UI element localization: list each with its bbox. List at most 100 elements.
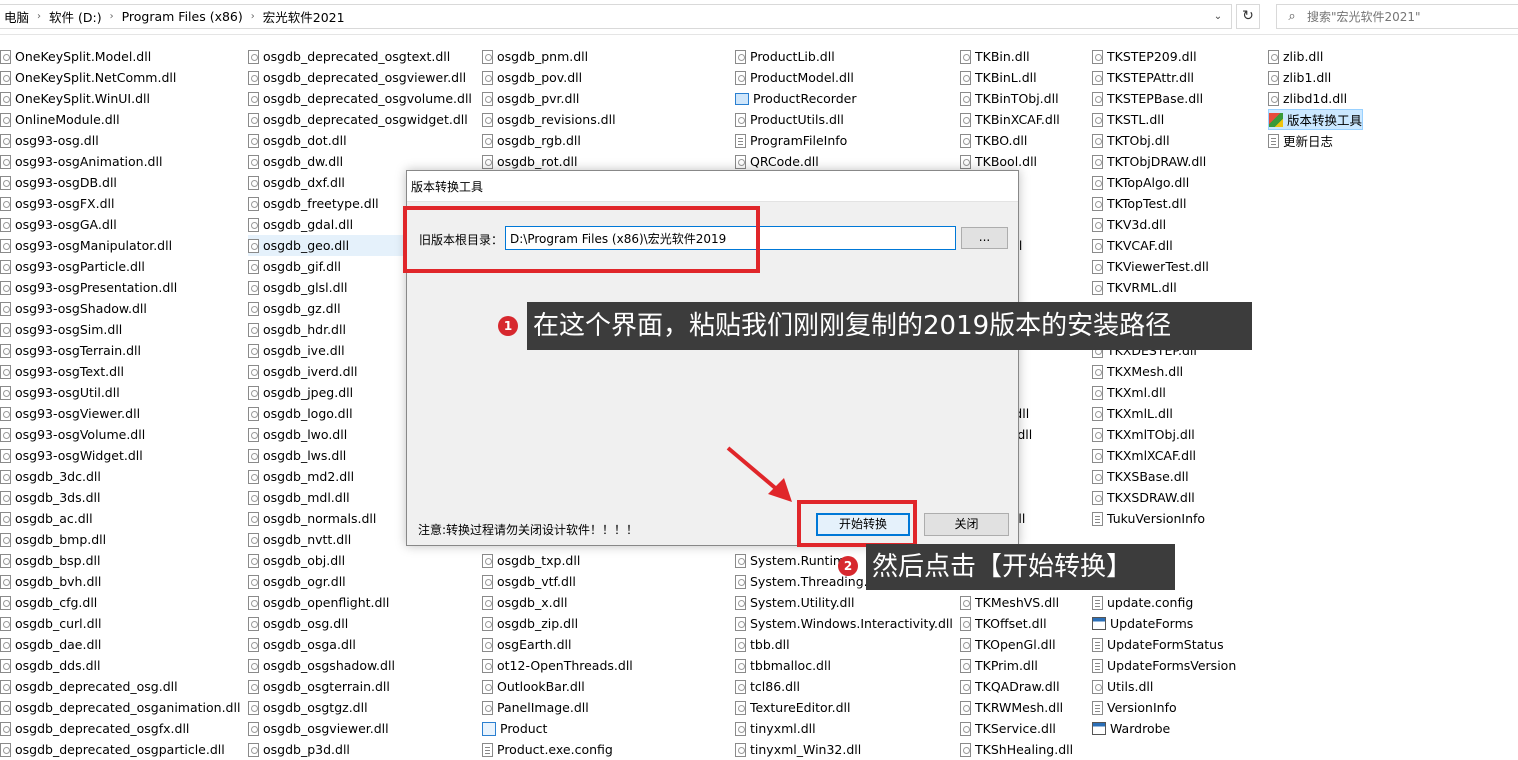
file-item[interactable]: TKBinL.dll (960, 67, 1073, 88)
file-item[interactable]: osgdb_cfg.dll (0, 592, 240, 613)
file-item[interactable]: TKMeshVS.dll (960, 592, 1073, 613)
file-item[interactable]: Utils.dll (1092, 676, 1236, 697)
file-item[interactable]: TKTopTest.dll (1092, 193, 1236, 214)
file-item[interactable]: TKXSBase.dll (1092, 466, 1236, 487)
file-item[interactable]: osgdb_deprecated_osgfx.dll (0, 718, 240, 739)
file-item[interactable]: osgdb_deprecated_osganimation.dll (0, 697, 240, 718)
file-item[interactable]: TKService.dll (960, 718, 1073, 739)
file-item[interactable]: TKVRML.dll (1092, 277, 1236, 298)
file-item[interactable]: zlib.dll (1268, 46, 1363, 67)
file-item[interactable]: UpdateForms (1092, 613, 1236, 634)
file-item[interactable]: TKTopAlgo.dll (1092, 172, 1236, 193)
file-item[interactable]: TKXSDRAW.dll (1092, 487, 1236, 508)
file-item[interactable]: TKBinTObj.dll (960, 88, 1073, 109)
file-item[interactable]: osg93-osgPresentation.dll (0, 277, 240, 298)
file-item[interactable]: TKXmlTObj.dll (1092, 424, 1236, 445)
file-item[interactable]: TKBinXCAF.dll (960, 109, 1073, 130)
file-item[interactable]: TKOffset.dll (960, 613, 1073, 634)
file-item[interactable]: zlibd1d.dll (1268, 88, 1363, 109)
file-item[interactable]: osgdb_dot.dll (248, 130, 472, 151)
file-item[interactable]: osg93-osgText.dll (0, 361, 240, 382)
file-item[interactable]: ProductRecorder (735, 88, 953, 109)
file-item[interactable]: osg93-osgManipulator.dll (0, 235, 240, 256)
file-item[interactable]: TKVCAF.dll (1092, 235, 1236, 256)
chevron-right-icon[interactable]: › (247, 11, 259, 22)
file-item[interactable]: UpdateFormsVersion (1092, 655, 1236, 676)
file-item[interactable]: osgdb_ogr.dll (248, 571, 472, 592)
file-item[interactable]: Wardrobe (1092, 718, 1236, 739)
file-item[interactable]: OneKeySplit.NetComm.dll (0, 67, 240, 88)
file-item[interactable]: osgdb_dds.dll (0, 655, 240, 676)
file-item[interactable]: System.Windows.Interactivity.dll (735, 613, 953, 634)
file-item[interactable]: TKXmlL.dll (1092, 403, 1236, 424)
file-item[interactable]: osgdb_openflight.dll (248, 592, 472, 613)
file-item[interactable]: osgdb_ac.dll (0, 508, 240, 529)
file-item[interactable]: osgdb_3ds.dll (0, 487, 240, 508)
file-item[interactable]: tinyxml.dll (735, 718, 953, 739)
file-item[interactable]: osgdb_dae.dll (0, 634, 240, 655)
file-item[interactable]: osgdb_pvr.dll (482, 88, 633, 109)
file-item[interactable]: TKSTEP209.dll (1092, 46, 1236, 67)
file-item[interactable]: osgdb_deprecated_osgvolume.dll (248, 88, 472, 109)
browse-button[interactable]: ... (961, 227, 1008, 249)
file-item[interactable]: osgdb_bmp.dll (0, 529, 240, 550)
file-item[interactable]: TKPrim.dll (960, 655, 1073, 676)
file-item[interactable]: osgdb_dw.dll (248, 151, 472, 172)
crumb-computer[interactable]: 电脑 (0, 7, 33, 26)
chevron-down-icon[interactable]: ⌄ (1211, 9, 1225, 25)
search-box[interactable]: ⌕ (1276, 4, 1518, 29)
file-item[interactable]: osg93-osgGA.dll (0, 214, 240, 235)
file-item[interactable]: osgdb_curl.dll (0, 613, 240, 634)
file-item[interactable]: TKXml.dll (1092, 382, 1236, 403)
file-item[interactable]: osg93-osgAnimation.dll (0, 151, 240, 172)
file-item[interactable]: TKSTL.dll (1092, 109, 1236, 130)
file-item[interactable]: osg93-osgVolume.dll (0, 424, 240, 445)
close-button[interactable]: 关闭 (924, 513, 1009, 536)
crumb-program-files[interactable]: Program Files (x86) (118, 9, 247, 24)
file-item[interactable]: ot12-OpenThreads.dll (482, 655, 633, 676)
file-item[interactable]: osg93-osgShadow.dll (0, 298, 240, 319)
crumb-current-folder[interactable]: 宏光软件2021 (259, 7, 349, 26)
file-item[interactable]: osg93-osg.dll (0, 130, 240, 151)
file-item[interactable]: TextureEditor.dll (735, 697, 953, 718)
file-item[interactable]: osgdb_3dc.dll (0, 466, 240, 487)
file-item[interactable]: OneKeySplit.Model.dll (0, 46, 240, 67)
file-item[interactable]: ProgramFileInfo (735, 130, 953, 151)
file-item[interactable]: TKOpenGl.dll (960, 634, 1073, 655)
file-item[interactable]: osg93-osgViewer.dll (0, 403, 240, 424)
chevron-right-icon[interactable]: › (33, 11, 45, 22)
file-item[interactable]: osgdb_pov.dll (482, 67, 633, 88)
file-item[interactable]: osg93-osgDB.dll (0, 172, 240, 193)
file-item[interactable]: osgdb_obj.dll (248, 550, 472, 571)
file-item[interactable]: TKBool.dll (960, 151, 1073, 172)
file-item[interactable]: osgEarth.dll (482, 634, 633, 655)
file-item[interactable]: TKSTEPAttr.dll (1092, 67, 1236, 88)
file-item[interactable]: osgdb_bvh.dll (0, 571, 240, 592)
file-item[interactable]: OnlineModule.dll (0, 109, 240, 130)
file-item[interactable]: VersionInfo (1092, 697, 1236, 718)
file-item[interactable]: tcl86.dll (735, 676, 953, 697)
file-item[interactable]: TKBO.dll (960, 130, 1073, 151)
search-input[interactable] (1307, 9, 1507, 24)
file-item[interactable]: TKTObjDRAW.dll (1092, 151, 1236, 172)
refresh-button[interactable]: ↻ (1236, 4, 1260, 29)
file-item[interactable]: zlib1.dll (1268, 67, 1363, 88)
file-item[interactable]: TKRWMesh.dll (960, 697, 1073, 718)
file-item[interactable]: ProductModel.dll (735, 67, 953, 88)
file-item[interactable]: TKXmlXCAF.dll (1092, 445, 1236, 466)
file-item[interactable]: tbbmalloc.dll (735, 655, 953, 676)
file-item[interactable]: osgdb_deprecated_osgwidget.dll (248, 109, 472, 130)
file-item[interactable]: osgdb_osg.dll (248, 613, 472, 634)
file-item[interactable]: ProductLib.dll (735, 46, 953, 67)
file-item[interactable]: osgdb_pnm.dll (482, 46, 633, 67)
file-item[interactable]: 更新日志 (1268, 130, 1363, 151)
file-item[interactable]: osgdb_txp.dll (482, 550, 633, 571)
chevron-right-icon[interactable]: › (106, 11, 118, 22)
file-item[interactable]: osgdb_revisions.dll (482, 109, 633, 130)
file-item[interactable]: osg93-osgFX.dll (0, 193, 240, 214)
file-item[interactable]: osg93-osgParticle.dll (0, 256, 240, 277)
file-item[interactable]: osgdb_deprecated_osg.dll (0, 676, 240, 697)
file-item[interactable]: QRCode.dll (735, 151, 953, 172)
file-item[interactable]: osgdb_x.dll (482, 592, 633, 613)
file-item[interactable]: Product (482, 718, 633, 739)
